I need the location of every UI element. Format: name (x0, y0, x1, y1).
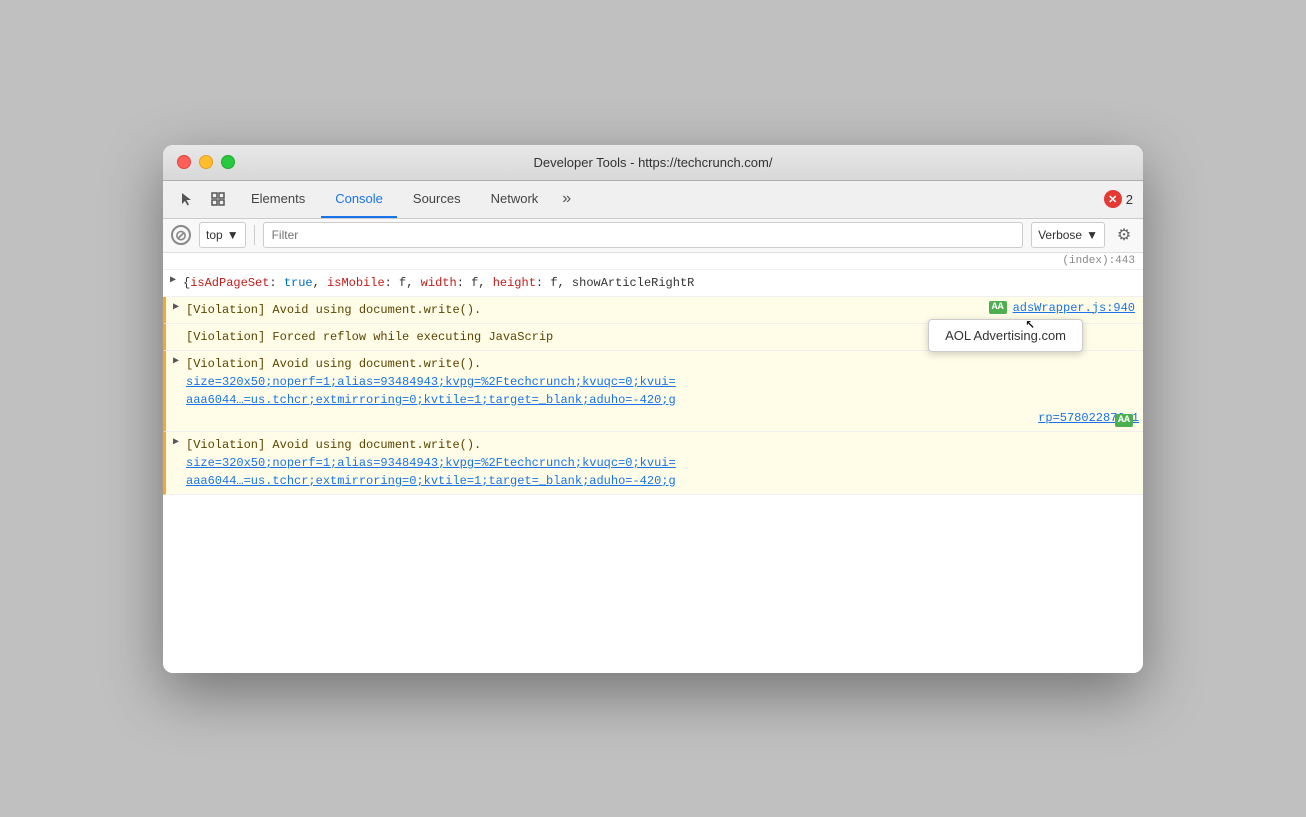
context-select[interactable]: top ▼ (199, 222, 246, 248)
toolbar-right: ✕ 2 (1104, 190, 1133, 208)
more-tabs-button[interactable]: » (554, 186, 579, 212)
aa-tooltip: AOL Advertising.com (928, 319, 1083, 352)
close-button[interactable] (177, 155, 191, 169)
tab-sources[interactable]: Sources (399, 180, 475, 218)
context-label: top (206, 228, 223, 242)
log-level-chevron: ▼ (1086, 228, 1098, 242)
row-text: [Violation] Avoid using document.write()… (186, 353, 1143, 429)
console-output: (index):443 ▶ {isAdPageSet: true, isMobi… (163, 253, 1143, 673)
row-text: {isAdPageSet: true, isMobile: f, width: … (183, 272, 1143, 294)
window-title: Developer Tools - https://techcrunch.com… (534, 155, 773, 170)
tab-network[interactable]: Network (477, 180, 553, 218)
row-expander[interactable]: ▶ (166, 434, 186, 448)
cursor-tool-icon[interactable] (173, 186, 199, 212)
error-icon: ✕ (1104, 190, 1122, 208)
filter-input[interactable] (263, 222, 1023, 248)
row-text: [Violation] Avoid using document.write()… (186, 434, 1143, 492)
console-row-violation-3: ▶ [Violation] Avoid using document.write… (163, 432, 1143, 495)
settings-icon[interactable]: ⚙ (1113, 224, 1135, 246)
console-row: ▶ {isAdPageSet: true, isMobile: f, width… (163, 270, 1143, 297)
tab-elements[interactable]: Elements (237, 180, 319, 218)
console-row-violation-1: ▶ [Violation] Avoid using document.write… (163, 297, 1143, 324)
row-expander[interactable]: ▶ (166, 299, 186, 313)
row-text: [Violation] Avoid using document.write()… (186, 299, 987, 321)
cursor-arrow: ↖ (1025, 313, 1035, 333)
window-controls (177, 155, 235, 169)
devtools-window: Developer Tools - https://techcrunch.com… (163, 145, 1143, 673)
console-toolbar: ⊘ top ▼ Verbose ▼ ⚙ (163, 219, 1143, 253)
title-bar: Developer Tools - https://techcrunch.com… (163, 145, 1143, 181)
aa-badge: AA (989, 301, 1007, 314)
context-chevron: ▼ (227, 228, 239, 242)
log-level-label: Verbose (1038, 228, 1082, 242)
maximize-button[interactable] (221, 155, 235, 169)
inspect-icon[interactable] (205, 186, 231, 212)
error-count: 2 (1126, 192, 1133, 207)
tab-bar: Elements Console Sources Network » ✕ 2 (163, 181, 1143, 219)
tab-console[interactable]: Console (321, 180, 397, 218)
row-expander[interactable]: ▶ (166, 353, 186, 367)
tabs: Elements Console Sources Network » (237, 180, 1098, 218)
clear-console-button[interactable]: ⊘ (171, 225, 191, 245)
index-reference: (index):443 (163, 253, 1143, 270)
console-row-violation-2: ▶ [Violation] Avoid using document.write… (163, 351, 1143, 432)
row-expander: ▶ (166, 326, 186, 340)
toolbar-divider (254, 225, 255, 245)
row-right: AA adsWrapper.js:940 (987, 299, 1143, 315)
minimize-button[interactable] (199, 155, 213, 169)
error-badge: ✕ 2 (1104, 190, 1133, 208)
aa-badge-bottom: AA (1115, 414, 1133, 427)
row-expander[interactable]: ▶ (163, 272, 183, 286)
log-level-select[interactable]: Verbose ▼ (1031, 222, 1105, 248)
